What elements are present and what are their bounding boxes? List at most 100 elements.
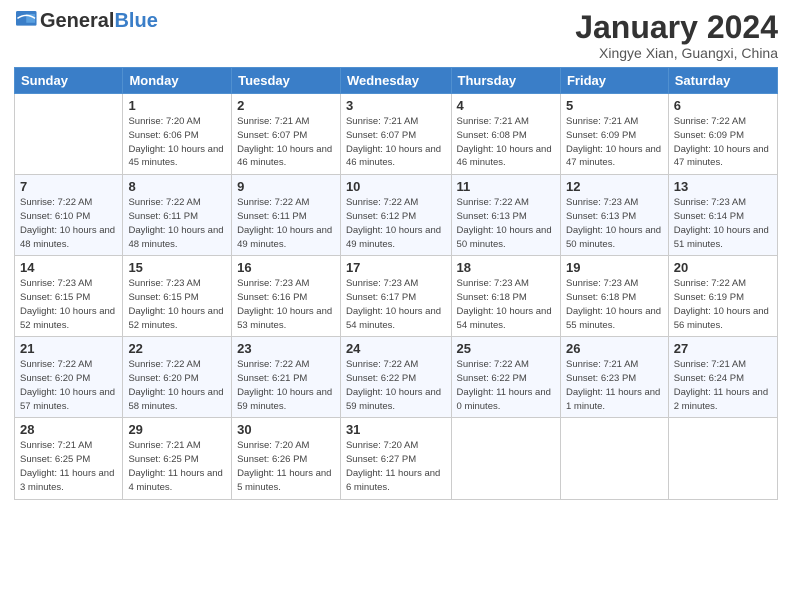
- calendar-cell: 29 Sunrise: 7:21 AM Sunset: 6:25 PM Dayli…: [123, 418, 232, 499]
- day-number: 2: [237, 98, 335, 113]
- day-number: 19: [566, 260, 663, 275]
- day-number: 22: [128, 341, 226, 356]
- calendar-cell: 7 Sunrise: 7:22 AM Sunset: 6:10 PM Daylig…: [15, 175, 123, 256]
- day-number: 12: [566, 179, 663, 194]
- day-info: Sunrise: 7:22 AM Sunset: 6:10 PM Dayligh…: [20, 196, 117, 251]
- calendar-cell: 23 Sunrise: 7:22 AM Sunset: 6:21 PM Dayli…: [232, 337, 341, 418]
- calendar-cell: 17Sunrise: 7:23 AM Sunset: 6:17 PM Dayli…: [340, 256, 451, 337]
- day-info: Sunrise: 7:21 AM Sunset: 6:07 PM Dayligh…: [237, 115, 335, 170]
- day-info: Sunrise: 7:23 AM Sunset: 6:17 PM Dayligh…: [346, 277, 446, 332]
- calendar-cell: 28Sunrise: 7:21 AM Sunset: 6:25 PM Dayli…: [15, 418, 123, 499]
- calendar-cell: 26 Sunrise: 7:21 AM Sunset: 6:23 PM Dayli…: [560, 337, 668, 418]
- day-number: 29: [128, 422, 226, 437]
- calendar-cell: [15, 94, 123, 175]
- logo-general: General: [40, 10, 114, 32]
- calendar-week-5: 28 Sunrise: 7:21 AM Sunset: 6:25 PM Dayli…: [15, 418, 778, 499]
- day-number: 28: [20, 422, 117, 437]
- day-number: 16: [237, 260, 335, 275]
- day-info: Sunrise: 7:22 AM Sunset: 6:09 PM Dayligh…: [674, 115, 772, 170]
- calendar-table: SundayMondayTuesdayWednesdayThursdayFrid…: [14, 67, 778, 499]
- day-info: Sunrise: 7:23 AM Sunset: 6:15 PM Dayligh…: [128, 277, 226, 332]
- day-number: 8: [128, 179, 226, 194]
- calendar-cell: 14Sunrise: 7:23 AM Sunset: 6:15 PM Dayli…: [15, 256, 123, 337]
- day-number: 13: [674, 179, 772, 194]
- calendar-cell: [560, 418, 668, 499]
- day-number: 10: [346, 179, 446, 194]
- calendar-cell: 24Sunrise: 7:22 AM Sunset: 6:22 PM Dayli…: [340, 337, 451, 418]
- day-info: Sunrise: 7:22 AM Sunset: 6:20 PM Dayligh…: [128, 358, 226, 413]
- calendar-cell: 30 Sunrise: 7:20 AM Sunset: 6:26 PM Dayli…: [232, 418, 341, 499]
- calendar-cell: 15 Sunrise: 7:23 AM Sunset: 6:15 PM Dayli…: [123, 256, 232, 337]
- day-number: 6: [674, 98, 772, 113]
- col-header-saturday: Saturday: [668, 68, 777, 94]
- calendar-cell: 25 Sunrise: 7:22 AM Sunset: 6:22 PM Dayli…: [451, 337, 560, 418]
- calendar-cell: 4Sunrise: 7:21 AM Sunset: 6:08 PM Daylig…: [451, 94, 560, 175]
- calendar-cell: 3 Sunrise: 7:21 AM Sunset: 6:07 PM Daylig…: [340, 94, 451, 175]
- day-number: 31: [346, 422, 446, 437]
- day-number: 11: [457, 179, 555, 194]
- day-info: Sunrise: 7:21 AM Sunset: 6:09 PM Dayligh…: [566, 115, 663, 170]
- calendar-week-4: 21 Sunrise: 7:22 AM Sunset: 6:20 PM Dayli…: [15, 337, 778, 418]
- day-number: 5: [566, 98, 663, 113]
- col-header-thursday: Thursday: [451, 68, 560, 94]
- day-number: 23: [237, 341, 335, 356]
- day-info: Sunrise: 7:23 AM Sunset: 6:15 PM Dayligh…: [20, 277, 117, 332]
- header: GeneralBlue January 2024 Xingye Xian, Gu…: [14, 10, 778, 61]
- calendar-cell: 16 Sunrise: 7:23 AM Sunset: 6:16 PM Dayli…: [232, 256, 341, 337]
- col-header-wednesday: Wednesday: [340, 68, 451, 94]
- day-info: Sunrise: 7:20 AM Sunset: 6:26 PM Dayligh…: [237, 439, 335, 494]
- col-header-sunday: Sunday: [15, 68, 123, 94]
- day-info: Sunrise: 7:23 AM Sunset: 6:18 PM Dayligh…: [457, 277, 555, 332]
- calendar-cell: [451, 418, 560, 499]
- day-info: Sunrise: 7:22 AM Sunset: 6:11 PM Dayligh…: [128, 196, 226, 251]
- day-info: Sunrise: 7:21 AM Sunset: 6:23 PM Dayligh…: [566, 358, 663, 413]
- day-number: 27: [674, 341, 772, 356]
- day-info: Sunrise: 7:22 AM Sunset: 6:13 PM Dayligh…: [457, 196, 555, 251]
- col-header-friday: Friday: [560, 68, 668, 94]
- calendar-cell: 12Sunrise: 7:23 AM Sunset: 6:13 PM Dayli…: [560, 175, 668, 256]
- col-header-tuesday: Tuesday: [232, 68, 341, 94]
- day-info: Sunrise: 7:21 AM Sunset: 6:25 PM Dayligh…: [128, 439, 226, 494]
- calendar-cell: 13 Sunrise: 7:23 AM Sunset: 6:14 PM Dayli…: [668, 175, 777, 256]
- day-number: 1: [128, 98, 226, 113]
- day-info: Sunrise: 7:20 AM Sunset: 6:27 PM Dayligh…: [346, 439, 446, 494]
- day-info: Sunrise: 7:22 AM Sunset: 6:21 PM Dayligh…: [237, 358, 335, 413]
- calendar-cell: 19 Sunrise: 7:23 AM Sunset: 6:18 PM Dayli…: [560, 256, 668, 337]
- day-number: 20: [674, 260, 772, 275]
- day-info: Sunrise: 7:22 AM Sunset: 6:20 PM Dayligh…: [20, 358, 117, 413]
- day-info: Sunrise: 7:21 AM Sunset: 6:07 PM Dayligh…: [346, 115, 446, 170]
- day-info: Sunrise: 7:22 AM Sunset: 6:11 PM Dayligh…: [237, 196, 335, 251]
- day-number: 9: [237, 179, 335, 194]
- logo: GeneralBlue: [14, 10, 158, 33]
- day-info: Sunrise: 7:23 AM Sunset: 6:16 PM Dayligh…: [237, 277, 335, 332]
- calendar-cell: 5 Sunrise: 7:21 AM Sunset: 6:09 PM Daylig…: [560, 94, 668, 175]
- calendar-cell: 18 Sunrise: 7:23 AM Sunset: 6:18 PM Dayli…: [451, 256, 560, 337]
- day-info: Sunrise: 7:23 AM Sunset: 6:14 PM Dayligh…: [674, 196, 772, 251]
- day-info: Sunrise: 7:23 AM Sunset: 6:18 PM Dayligh…: [566, 277, 663, 332]
- calendar-cell: 1 Sunrise: 7:20 AM Sunset: 6:06 PM Daylig…: [123, 94, 232, 175]
- calendar-cell: 9 Sunrise: 7:22 AM Sunset: 6:11 PM Daylig…: [232, 175, 341, 256]
- day-number: 30: [237, 422, 335, 437]
- day-number: 18: [457, 260, 555, 275]
- calendar-cell: 21 Sunrise: 7:22 AM Sunset: 6:20 PM Dayli…: [15, 337, 123, 418]
- calendar-cell: 27 Sunrise: 7:21 AM Sunset: 6:24 PM Dayli…: [668, 337, 777, 418]
- logo-blue: Blue: [114, 10, 157, 32]
- day-info: Sunrise: 7:22 AM Sunset: 6:19 PM Dayligh…: [674, 277, 772, 332]
- day-number: 25: [457, 341, 555, 356]
- location: Xingye Xian, Guangxi, China: [575, 45, 778, 61]
- month-title: January 2024: [575, 10, 778, 45]
- day-number: 15: [128, 260, 226, 275]
- calendar-header-row: SundayMondayTuesdayWednesdayThursdayFrid…: [15, 68, 778, 94]
- day-number: 3: [346, 98, 446, 113]
- day-info: Sunrise: 7:21 AM Sunset: 6:08 PM Dayligh…: [457, 115, 555, 170]
- day-info: Sunrise: 7:20 AM Sunset: 6:06 PM Dayligh…: [128, 115, 226, 170]
- day-info: Sunrise: 7:22 AM Sunset: 6:22 PM Dayligh…: [346, 358, 446, 413]
- day-info: Sunrise: 7:21 AM Sunset: 6:24 PM Dayligh…: [674, 358, 772, 413]
- day-info: Sunrise: 7:22 AM Sunset: 6:12 PM Dayligh…: [346, 196, 446, 251]
- day-number: 26: [566, 341, 663, 356]
- header-right: January 2024 Xingye Xian, Guangxi, China: [575, 10, 778, 61]
- day-number: 21: [20, 341, 117, 356]
- day-number: 7: [20, 179, 117, 194]
- day-info: Sunrise: 7:22 AM Sunset: 6:22 PM Dayligh…: [457, 358, 555, 413]
- calendar-cell: 10 Sunrise: 7:22 AM Sunset: 6:12 PM Dayli…: [340, 175, 451, 256]
